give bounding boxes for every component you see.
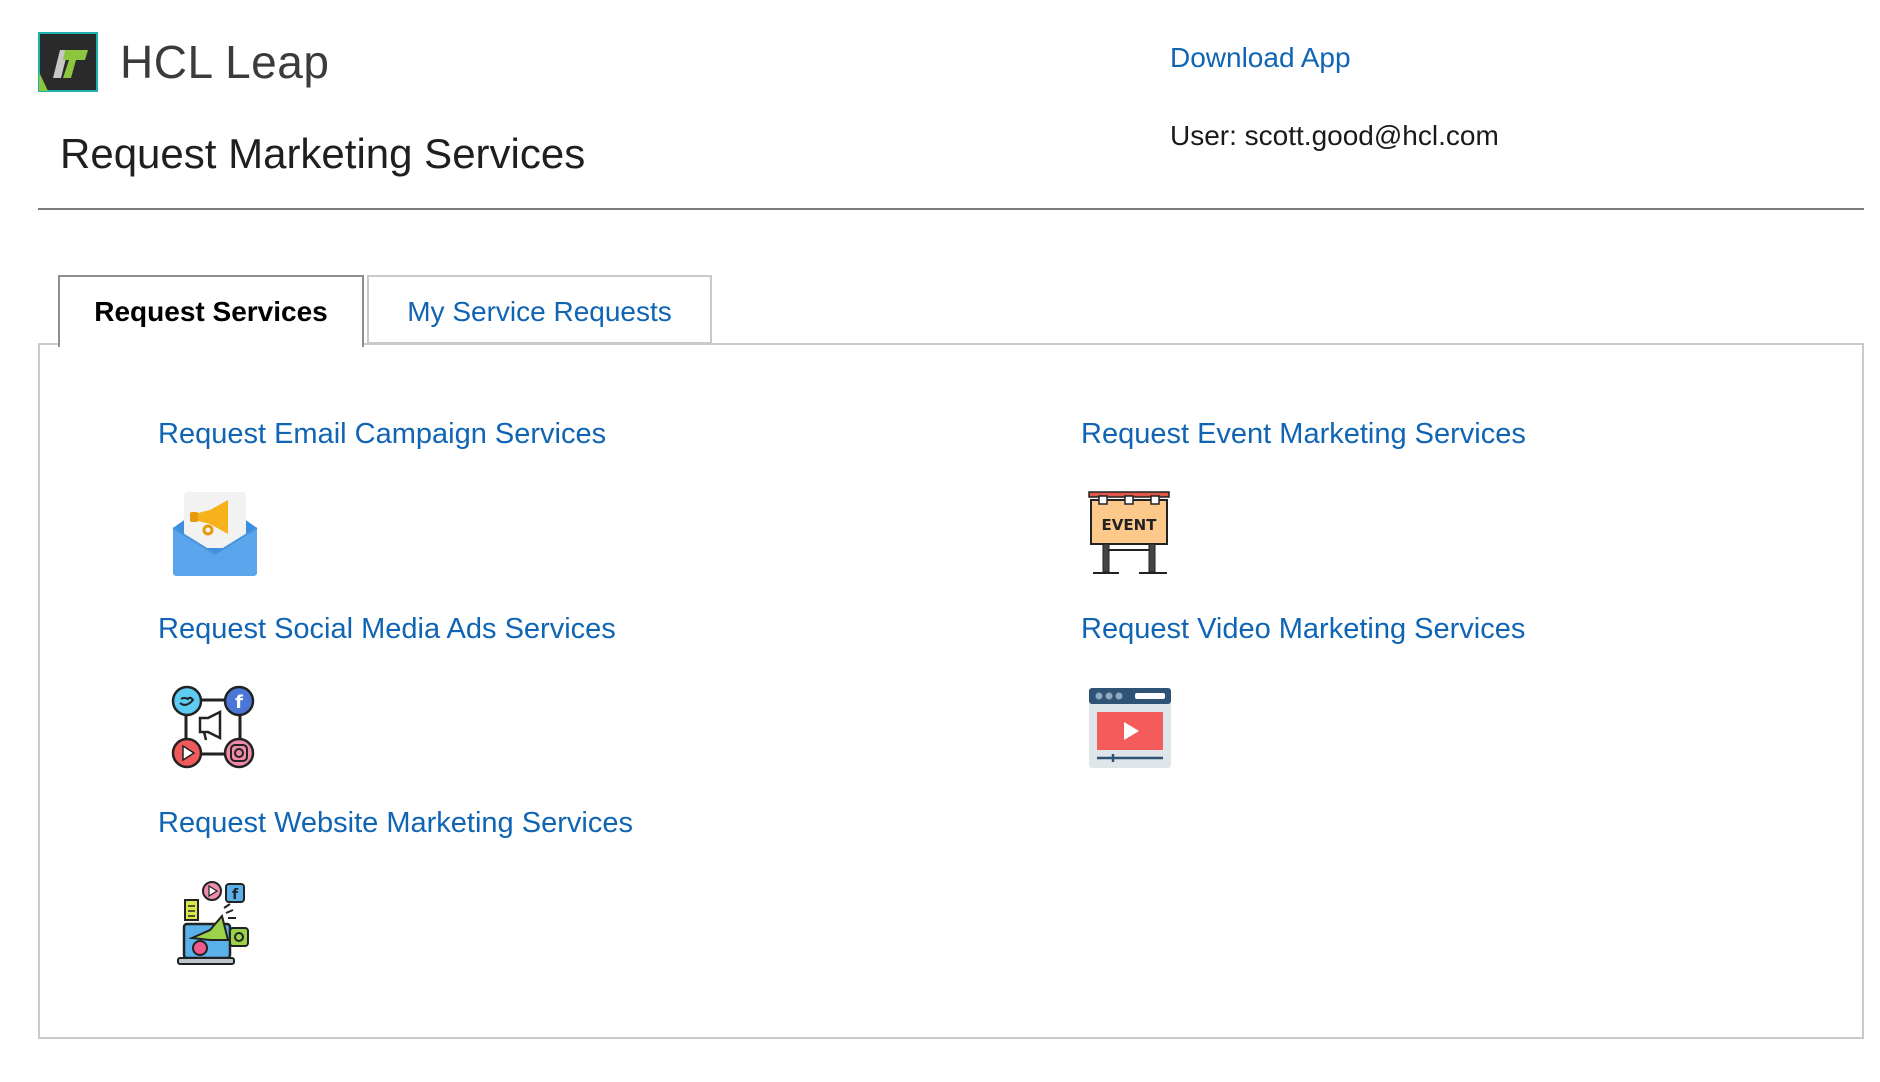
page: HCL Leap Request Marketing Services Down… [0, 0, 1880, 1082]
email-campaign-services-link[interactable]: Request Email Campaign Services [158, 416, 606, 452]
video-player-icon[interactable] [1085, 682, 1175, 772]
page-title: Request Marketing Services [60, 130, 586, 177]
website-marketing-services-link[interactable]: Request Website Marketing Services [158, 805, 633, 841]
website-marketing-icon[interactable]: f [170, 878, 260, 968]
header-divider [38, 208, 1864, 210]
tab-my-service-requests[interactable]: My Service Requests [367, 275, 712, 344]
svg-text:f: f [232, 887, 239, 903]
event-sign-text: EVENT [1102, 516, 1158, 534]
event-board-icon[interactable]: EVENT [1085, 488, 1175, 578]
brand-name: HCL Leap [120, 36, 330, 88]
video-marketing-services-link[interactable]: Request Video Marketing Services [1081, 611, 1525, 647]
download-app-link[interactable]: Download App [1170, 40, 1351, 76]
hcl-leap-logo-icon [38, 32, 98, 92]
event-marketing-services-link[interactable]: Request Event Marketing Services [1081, 416, 1526, 452]
email-campaign-icon[interactable] [170, 488, 260, 578]
social-media-icon[interactable]: f [168, 682, 258, 772]
current-user-label: User: scott.good@hcl.com [1170, 120, 1499, 151]
social-media-ads-services-link[interactable]: Request Social Media Ads Services [158, 611, 616, 647]
tab-request-services[interactable]: Request Services [58, 275, 364, 347]
svg-text:f: f [235, 692, 243, 713]
